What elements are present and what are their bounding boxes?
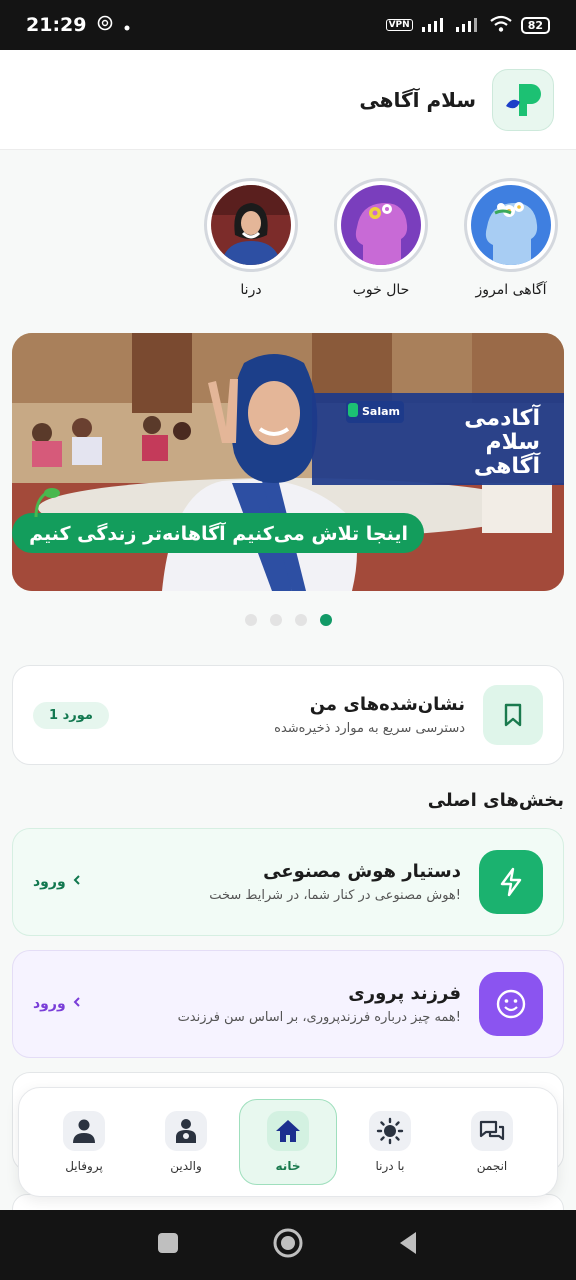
home-circle-button[interactable] — [272, 1227, 304, 1263]
stories-row: آگاهی امروز حال خوب درنا — [204, 178, 558, 298]
nav-parents[interactable]: والدین — [137, 1099, 235, 1185]
story-label: آگاهی امروز — [475, 282, 547, 298]
section-title: بخش‌های اصلی — [427, 790, 564, 811]
sun-icon — [369, 1111, 411, 1151]
nav-with-dorna[interactable]: با درنا — [341, 1099, 439, 1185]
system-navigation-bar — [0, 1210, 576, 1280]
vpn-badge: VPN — [385, 19, 413, 31]
chevron-left-icon — [72, 874, 82, 890]
banner-slogan: اینجا تلاش می‌کنیم آگاهانه‌تر زندگی کنیم — [29, 521, 408, 545]
nav-label: پروفایل — [65, 1159, 103, 1173]
app-logo — [492, 68, 554, 131]
parents-icon — [165, 1111, 207, 1151]
story-label: حال خوب — [352, 282, 410, 298]
bottom-navigation: انجمن با درنا خانه والدین پروفایل — [18, 1087, 558, 1197]
chevron-left-icon — [72, 996, 82, 1012]
profile-icon — [63, 1111, 105, 1151]
mind-gears-icon — [341, 185, 421, 265]
carousel-dot[interactable] — [269, 614, 282, 626]
status-bar: 21:29 VPN 82 — [0, 0, 576, 50]
battery-indicator: 82 — [520, 16, 550, 34]
banner-title-line: آکادمی — [464, 403, 540, 431]
feature-title: فرزند پروری — [348, 983, 461, 1004]
wifi-icon — [489, 15, 513, 36]
story-label: درنا — [240, 282, 262, 298]
bookmark-icon — [483, 685, 543, 745]
feature-subtitle: همه چیز درباره فرزندپروری، بر اساس سن فر… — [177, 1010, 461, 1025]
saved-title: نشان‌شده‌های من — [309, 694, 465, 715]
banner-title-line: آگاهی — [474, 451, 541, 479]
notification-dot-icon — [124, 16, 130, 35]
recents-button[interactable] — [156, 1231, 180, 1259]
story-today-awareness[interactable]: آگاهی امروز — [464, 178, 558, 298]
enter-button[interactable]: ورود — [33, 996, 82, 1012]
feature-subtitle: هوش مصنوعی در کنار شما، در شرایط سخت! — [209, 888, 461, 903]
feature-title: دستیار هوش مصنوعی — [263, 861, 461, 882]
ai-assistant-card[interactable]: دستیار هوش مصنوعی هوش مصنوعی در کنار شما… — [12, 828, 564, 936]
app-title: سلام آگاهی — [359, 87, 476, 112]
saved-count-badge: 1 مورد — [33, 701, 109, 729]
home-icon — [267, 1111, 309, 1151]
nav-label: با درنا — [375, 1159, 405, 1173]
nav-profile[interactable]: پروفایل — [35, 1099, 133, 1185]
back-button[interactable] — [396, 1230, 420, 1260]
nav-label: انجمن — [476, 1159, 508, 1173]
mind-flower-icon — [471, 185, 551, 265]
nav-label: والدین — [170, 1159, 202, 1173]
carousel-dot-active[interactable] — [319, 614, 332, 626]
app-header: سلام آگاهی — [0, 50, 576, 150]
lightning-icon — [479, 850, 543, 914]
carousel-dot[interactable] — [244, 614, 257, 626]
carousel-dot[interactable] — [294, 614, 307, 626]
banner-image: Salam آکادمی سلام آگاهی اینجا تلاش می‌کن… — [12, 333, 564, 591]
forum-icon — [471, 1111, 513, 1151]
dorna-avatar — [211, 185, 291, 265]
parenting-card[interactable]: فرزند پروری همه چیز درباره فرزندپروری، ب… — [12, 950, 564, 1058]
status-time: 21:29 — [26, 14, 87, 36]
story-dorna[interactable]: درنا — [204, 178, 298, 298]
nav-home[interactable]: خانه — [239, 1099, 337, 1185]
nav-label: خانه — [275, 1159, 301, 1173]
banner-brand: Salam — [362, 405, 400, 418]
smiley-icon — [479, 972, 543, 1036]
story-good-mood[interactable]: حال خوب — [334, 178, 428, 298]
banner-title-line: سلام — [486, 430, 540, 455]
openai-icon — [96, 14, 114, 36]
enter-button[interactable]: ورود — [33, 874, 82, 890]
signal-icon — [421, 16, 447, 35]
hero-banner[interactable]: Salam آکادمی سلام آگاهی اینجا تلاش می‌کن… — [12, 333, 564, 591]
saved-subtitle: دسترسی سریع به موارد ذخیره‌شده — [274, 721, 465, 736]
signal-2-icon — [455, 16, 481, 35]
nav-forum[interactable]: انجمن — [443, 1099, 541, 1185]
carousel-dots — [0, 614, 576, 626]
saved-items-card[interactable]: نشان‌شده‌های من دسترسی سریع به موارد ذخی… — [12, 665, 564, 765]
